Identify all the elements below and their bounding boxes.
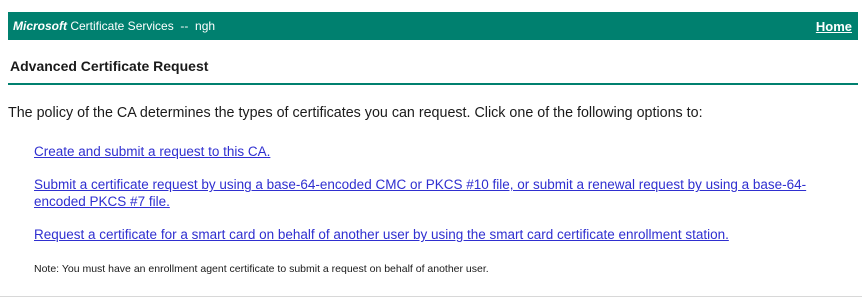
intro-text: The policy of the CA determines the type… — [8, 105, 703, 121]
product-name: Certificate Services — [67, 19, 174, 33]
bottom-divider — [0, 296, 862, 297]
create-request-link[interactable]: Create and submit a request to this CA. — [34, 143, 834, 160]
submit-encoded-request-link[interactable]: Submit a certificate request by using a … — [34, 176, 834, 210]
title-separator: -- — [173, 19, 196, 33]
title-divider — [8, 83, 858, 85]
header-banner: Microsoft Certificate Services -- ngh Ho… — [8, 12, 858, 40]
banner-title: Microsoft Certificate Services -- ngh — [13, 19, 215, 33]
ca-name: ngh — [195, 19, 216, 33]
home-link[interactable]: Home — [816, 19, 852, 34]
brand-name: Microsoft — [13, 19, 67, 33]
page-title: Advanced Certificate Request — [10, 58, 209, 74]
enrollment-agent-note: Note: You must have an enrollment agent … — [34, 263, 489, 275]
smart-card-enrollment-link[interactable]: Request a certificate for a smart card o… — [34, 226, 834, 243]
